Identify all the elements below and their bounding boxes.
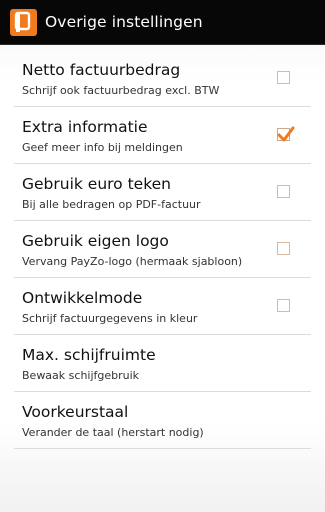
setting-ontwikkelmode[interactable]: Ontwikkelmode Schrijf factuurgegevens in… [14,278,311,335]
screen-title: Overige instellingen [45,13,203,31]
setting-title: Ontwikkelmode [22,289,143,307]
setting-max-schijfruimte[interactable]: Max. schijfruimte Bewaak schijfgebruik [14,335,311,392]
action-bar: Overige instellingen [0,0,325,45]
setting-gebruik-euro-teken[interactable]: Gebruik euro teken Bij alle bedragen op … [14,164,311,221]
setting-summary: Schrijf ook factuurbedrag excl. BTW [22,84,220,97]
setting-title: Netto factuurbedrag [22,61,181,79]
setting-summary: Schrijf factuurgegevens in kleur [22,312,198,325]
setting-title: Gebruik eigen logo [22,232,169,250]
checkmark-icon [277,126,295,142]
setting-summary: Geef meer info bij meldingen [22,141,183,154]
ontwikkelmode-checkbox[interactable] [277,299,290,312]
setting-summary: Bij alle bedragen op PDF-factuur [22,198,201,211]
setting-summary: Verander de taal (herstart nodig) [22,426,204,439]
app-icon[interactable] [10,8,37,36]
setting-gebruik-eigen-logo[interactable]: Gebruik eigen logo Vervang PayZo-logo (h… [14,221,311,278]
gebruik-eigen-logo-checkbox[interactable] [277,242,290,255]
setting-summary: Vervang PayZo-logo (hermaak sjabloon) [22,255,243,268]
setting-title: Voorkeurstaal [22,403,129,421]
setting-title: Gebruik euro teken [22,175,171,193]
settings-list: Netto factuurbedrag Schrijf ook factuurb… [0,50,325,449]
gebruik-euro-teken-checkbox[interactable] [277,185,290,198]
netto-factuurbedrag-checkbox[interactable] [277,71,290,84]
setting-summary: Bewaak schijfgebruik [22,369,140,382]
setting-voorkeurstaal[interactable]: Voorkeurstaal Verander de taal (herstart… [14,392,311,449]
setting-title: Max. schijfruimte [22,346,156,364]
setting-title: Extra informatie [22,118,148,136]
extra-informatie-checkbox[interactable] [277,126,295,142]
setting-extra-informatie[interactable]: Extra informatie Geef meer info bij meld… [14,107,311,164]
setting-netto-factuurbedrag[interactable]: Netto factuurbedrag Schrijf ook factuurb… [14,50,311,107]
